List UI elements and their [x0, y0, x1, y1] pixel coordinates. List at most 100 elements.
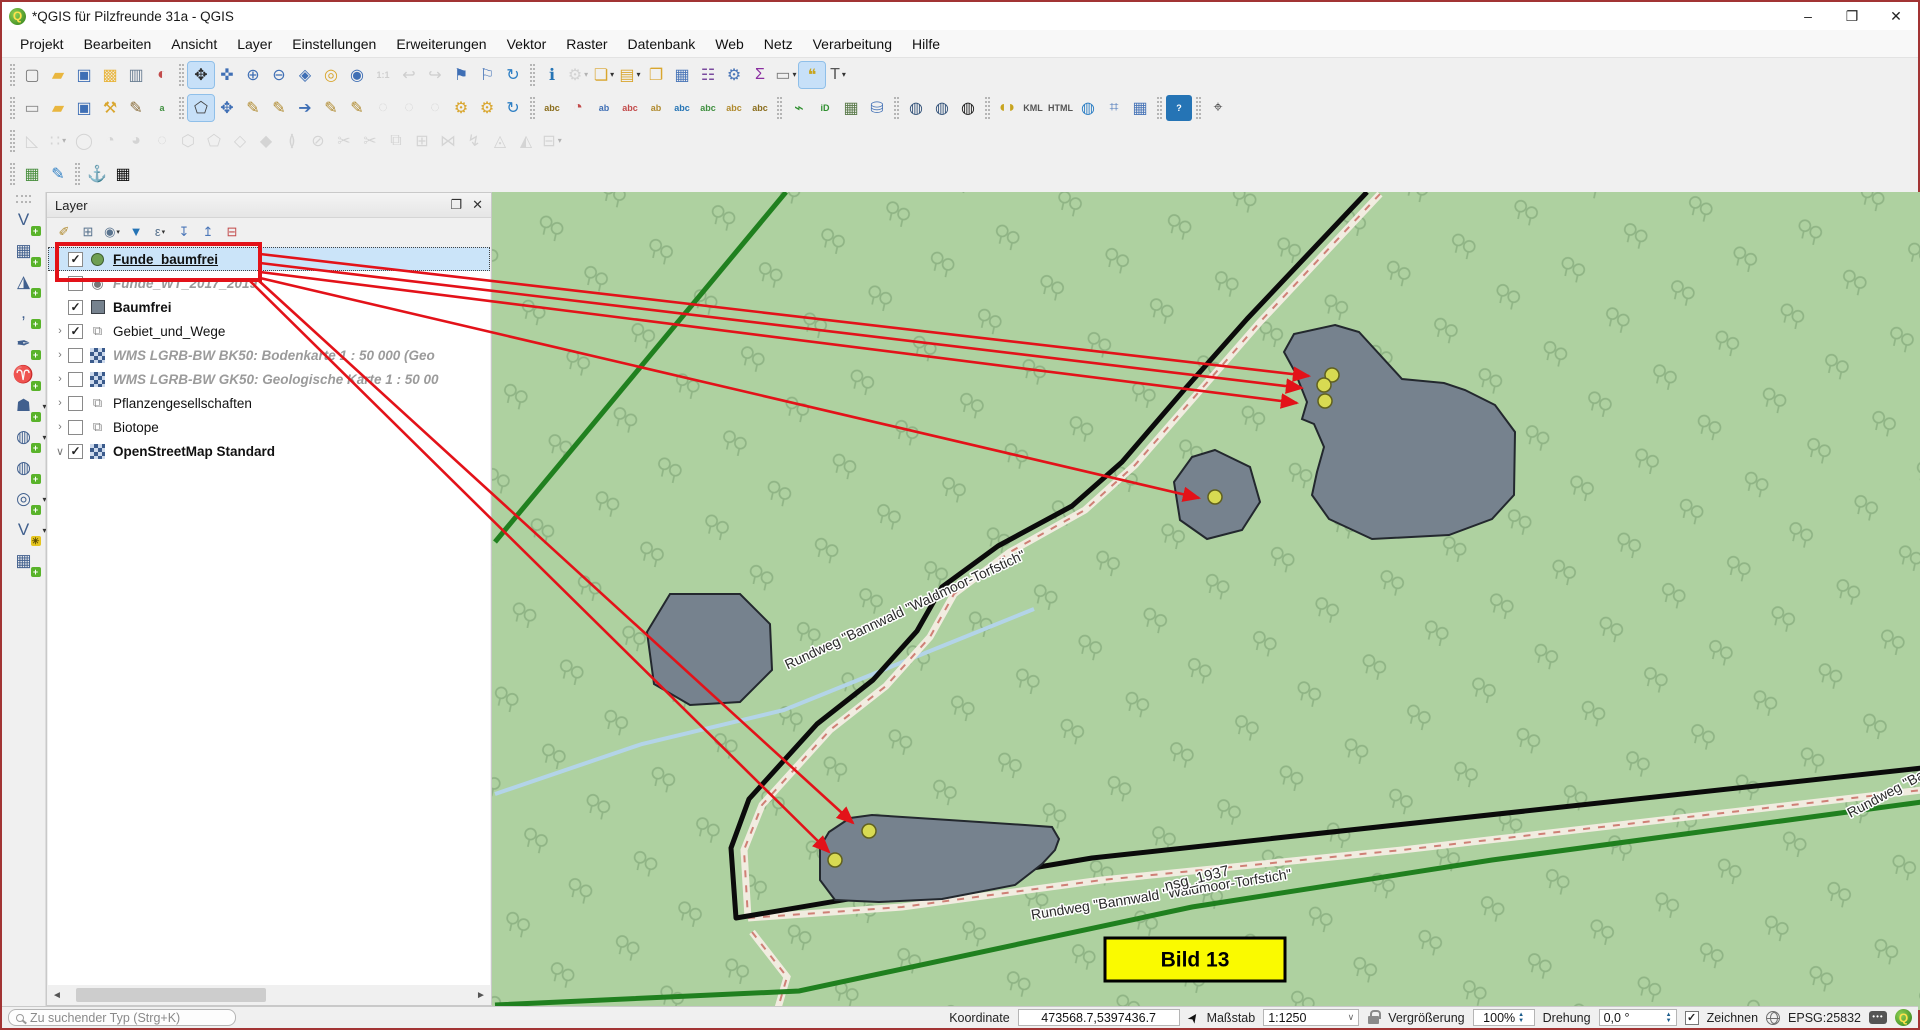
scroll-left-arrow[interactable]: ◄ [48, 990, 66, 1001]
map-canvas[interactable]: Rundweg "Bannwald "Waldmoor-Torfstich"Ru… [492, 192, 1918, 1006]
save-project-as-button[interactable]: ▩ [97, 62, 123, 88]
save-layout-button[interactable]: ▣ [71, 95, 97, 121]
import-geotagged-photos-button[interactable]: ⚓ [84, 161, 110, 187]
expander-icon[interactable]: › [52, 349, 68, 361]
menu-netz[interactable]: Netz [754, 32, 803, 56]
minimize-button[interactable]: – [1786, 2, 1830, 30]
scrollbar-track[interactable] [66, 986, 472, 1004]
expander-icon[interactable]: ∨ [52, 445, 68, 458]
add-wfs-layer-button[interactable]: ◎+▾ [9, 485, 39, 513]
crs-value[interactable]: EPSG:25832 [1788, 1011, 1861, 1025]
add-spatialite-layer-button[interactable]: ✒+ [9, 330, 39, 358]
add-mesh-layer-button[interactable]: ◮+ [9, 268, 39, 296]
restore-button[interactable]: ❐ [1830, 2, 1874, 30]
web-globe-1-button[interactable]: ◍ [903, 95, 929, 121]
statistics-panel-button[interactable]: ☷ [695, 62, 721, 88]
add-raster-layer-button[interactable]: ▦+ [9, 237, 39, 265]
layer-checkbox[interactable] [68, 396, 83, 411]
move-label-button[interactable]: ab [643, 95, 669, 121]
layer-labeling-options-button[interactable]: abc [539, 95, 565, 121]
zoom-edit-1-button[interactable]: ✎ [240, 95, 266, 121]
move-selection-button[interactable]: ✥ [214, 95, 240, 121]
qgis-statusbar-logo-icon[interactable]: Q [1895, 1009, 1912, 1026]
open-project-button[interactable]: ▰ [45, 62, 71, 88]
toolbar-drag-handle[interactable] [16, 195, 31, 203]
layer-item-baumfrei[interactable]: ✓Baumfrei [48, 295, 490, 319]
text-label-tool-button[interactable]: a [149, 95, 175, 121]
table-plus-button[interactable]: ▦ [1127, 95, 1153, 121]
filter-legend-button[interactable]: ▼ [125, 221, 147, 243]
rotation-spinner[interactable]: ▲▼ [1666, 1012, 1672, 1024]
menu-erweiterungen[interactable]: Erweiterungen [386, 32, 496, 56]
add-gpx-layer-button[interactable]: ♈+ [9, 361, 39, 389]
menu-einstellungen[interactable]: Einstellungen [282, 32, 386, 56]
layout-manager-button[interactable]: ⚒ [97, 95, 123, 121]
menu-projekt[interactable]: Projekt [10, 32, 74, 56]
manage-map-themes-button[interactable]: ◉▾ [101, 221, 123, 243]
raster-picker-tool-button[interactable]: ▦ [110, 161, 136, 187]
layer-item-wms-lgrb-bw-bk50-bodenkarte-1-[interactable]: ›WMS LGRB-BW BK50: Bodenkarte 1 : 50 000… [48, 343, 490, 367]
qgis2web-plugin-button[interactable]: ▦ [19, 161, 45, 187]
move-label-diagram-button[interactable]: abc [695, 95, 721, 121]
metasearch-button[interactable]: ◍ [929, 95, 955, 121]
menu-verarbeitung[interactable]: Verarbeitung [803, 32, 902, 56]
statistical-summary-button[interactable]: Σ [747, 62, 773, 88]
style-manager-button[interactable]: ◐ [149, 62, 175, 88]
add-delimited-text-layer-button[interactable]: ,+ [9, 299, 39, 327]
layer-item-biotope[interactable]: ›⧉Biotope [48, 415, 490, 439]
add-group-button[interactable]: ⊞ [77, 221, 99, 243]
profile-tool-plugin-button[interactable]: ✎ [45, 161, 71, 187]
layer-checkbox[interactable] [68, 348, 83, 363]
select-features-button[interactable]: ❏▾ [591, 62, 617, 88]
help-contents-button[interactable]: ? [1166, 95, 1192, 121]
rotation-input[interactable]: 0,0 ° ▲▼ [1599, 1009, 1677, 1026]
layer-item-pflanzengesellschaften[interactable]: ›⧉Pflanzengesellschaften [48, 391, 490, 415]
measure-line-button[interactable]: ▭▾ [773, 62, 799, 88]
pan-map-button[interactable]: ✥ [188, 62, 214, 88]
menu-web[interactable]: Web [705, 32, 754, 56]
scroll-right-arrow[interactable]: ► [472, 990, 490, 1001]
menu-datenbank[interactable]: Datenbank [618, 32, 706, 56]
zoom-to-selection-button[interactable]: ◎ [318, 62, 344, 88]
globe-plugin-button[interactable]: ◍ [1075, 95, 1101, 121]
cad-dock-button[interactable]: ⌖ [1205, 95, 1231, 121]
menu-layer[interactable]: Layer [227, 32, 282, 56]
event-visualization-button[interactable]: ⌁ [786, 95, 812, 121]
layer-item-wms-lgrb-bw-gk50-geologische-k[interactable]: ›WMS LGRB-BW GK50: Geologische Karte 1 :… [48, 367, 490, 391]
show-bookmarks-button[interactable]: ⚐ [474, 62, 500, 88]
filter-by-expression-button[interactable]: ε▾ [149, 221, 171, 243]
add-vector-layer-button[interactable]: V+ [9, 206, 39, 234]
kml-export-button[interactable]: KML [1020, 95, 1046, 121]
layer-diagram-options-button[interactable]: ◔ [565, 95, 591, 121]
layer-item-funde-baumfrei[interactable]: ✓Funde_baumfrei [48, 247, 490, 271]
new-bookmark-button[interactable]: ⚑ [448, 62, 474, 88]
menu-ansicht[interactable]: Ansicht [161, 32, 227, 56]
zoom-in-button[interactable]: ⊕ [240, 62, 266, 88]
zoom-edit-3-button[interactable]: ➔ [292, 95, 318, 121]
render-checkbox[interactable]: ✓ [1685, 1011, 1699, 1025]
layer-checkbox[interactable]: ✓ [68, 300, 83, 315]
add-wcs-layer-button[interactable]: ◍+ [9, 454, 39, 482]
open-layout-button[interactable]: ▰ [45, 95, 71, 121]
zoom-full-button[interactable]: ◈ [292, 62, 318, 88]
zoom-out-button[interactable]: ⊖ [266, 62, 292, 88]
expander-icon[interactable]: › [52, 421, 68, 433]
select-by-polygon-button[interactable]: ⬠ [188, 95, 214, 121]
float-panel-button[interactable]: ❐ [450, 197, 462, 213]
expander-icon[interactable]: › [52, 325, 68, 337]
layer-checkbox[interactable]: ✓ [68, 324, 83, 339]
layer-item-gebiet-und-wege[interactable]: ›✓⧉Gebiet_und_Wege [48, 319, 490, 343]
image-import-button[interactable]: ▦ [838, 95, 864, 121]
messages-icon[interactable]: ••• [1869, 1011, 1887, 1024]
menu-raster[interactable]: Raster [556, 32, 617, 56]
scrollbar-thumb[interactable] [76, 988, 266, 1002]
deselect-all-button[interactable]: ❐ [643, 62, 669, 88]
refresh-layers-button[interactable]: ↻ [500, 95, 526, 121]
layer-checkbox[interactable]: ✓ [68, 252, 83, 267]
highlight-pinned-labels-button[interactable]: abc [617, 95, 643, 121]
db-manager-button[interactable]: ⛁ [864, 95, 890, 121]
expander-icon[interactable]: › [52, 397, 68, 409]
map-tips-button[interactable]: ❝ [799, 62, 825, 88]
text-annotation-button[interactable]: T▾ [825, 62, 851, 88]
layer-checkbox[interactable]: ✓ [68, 444, 83, 459]
